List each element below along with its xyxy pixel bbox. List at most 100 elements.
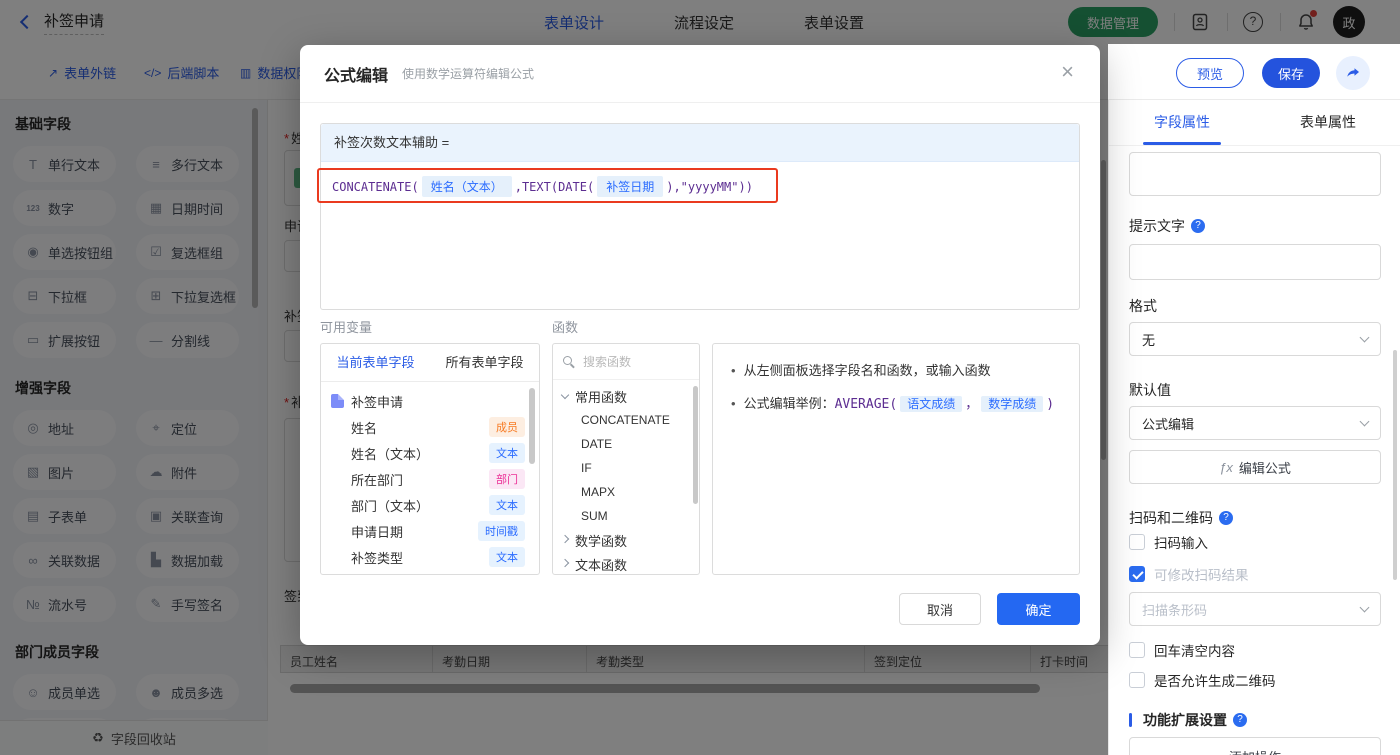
formula-code: ,TEXT(DATE(	[514, 179, 595, 194]
function-item-MAPX[interactable]: MAPX	[553, 480, 699, 504]
add-action-button[interactable]: 添加操作	[1129, 737, 1381, 755]
modal-title: 公式编辑	[324, 67, 389, 85]
variable-type-badge: 成员	[489, 417, 525, 437]
modify-scan-result-checkbox[interactable]: 可修改扫码结果	[1129, 564, 1249, 584]
share-button[interactable]	[1336, 56, 1370, 90]
description-input[interactable]	[1129, 152, 1381, 196]
enter-clear-checkbox[interactable]: 回车清空内容	[1129, 640, 1235, 660]
variable-type-badge: 部门	[489, 469, 525, 489]
hint-text-input[interactable]	[1129, 244, 1381, 280]
allow-qr-checkbox[interactable]: 是否允许生成二维码	[1129, 670, 1276, 690]
chevron-right-icon	[560, 534, 570, 543]
variable-type-badge: 文本	[489, 495, 525, 515]
formula-field-chip[interactable]: 姓名（文本）	[421, 176, 512, 197]
variable-type-badge: 时间戳	[478, 521, 525, 541]
checkbox-icon	[1129, 534, 1145, 550]
variable-item-补签类型[interactable]: 补签类型 文本	[321, 544, 539, 570]
extend-section-label: 功能扩展设置	[1143, 712, 1227, 728]
fx-icon: ƒx	[1219, 459, 1233, 475]
variable-item-姓名[interactable]: 姓名 成员	[321, 414, 539, 440]
function-item-CONCATENATE[interactable]: CONCATENATE	[553, 408, 699, 432]
formula-expression[interactable]: CONCATENATE(姓名（文本） ,TEXT(DATE(补签日期),"yyyy…	[332, 176, 753, 197]
scan-help-icon[interactable]: ?	[1219, 511, 1233, 525]
chevron-right-icon	[560, 558, 570, 567]
function-search-input[interactable]: 搜索函数	[553, 344, 699, 380]
variables-list: 补签申请 姓名 成员 姓名（文本） 文本 所在部门 部门 部门（文本） 文本 申请日期 时间戳 补签类…	[321, 382, 539, 570]
formula-editor-box[interactable]: 补签次数文本辅助 = CONCATENATE(姓名（文本） ,TEXT(DATE(…	[317, 123, 1080, 310]
variable-item-部门（文本）[interactable]: 部门（文本） 文本	[321, 492, 539, 518]
variable-item-姓名（文本）[interactable]: 姓名（文本） 文本	[321, 440, 539, 466]
chevron-down-icon	[1359, 332, 1370, 343]
function-item-DATE[interactable]: DATE	[553, 432, 699, 456]
functions-panel: 搜索函数 常用函数 CONCATENATE DATE IF MAPX SUM 数学函数 文本函…	[552, 343, 700, 575]
scan-input-checkbox[interactable]: 扫码输入	[1129, 532, 1208, 552]
share-arrow-icon	[1347, 68, 1359, 77]
search-icon	[563, 355, 575, 368]
functions-scrollbar[interactable]	[693, 386, 698, 504]
example-field-chip: 语文成绩	[900, 396, 963, 412]
preview-button[interactable]: 预览	[1176, 58, 1244, 88]
example-code: AVERAGE(	[834, 397, 898, 412]
variables-panel-label: 可用变量	[320, 320, 373, 335]
drawer-tab-表单属性[interactable]: 表单属性	[1255, 100, 1400, 145]
format-label: 格式	[1129, 298, 1157, 314]
variables-tabs: 当前表单字段 所有表单字段	[321, 344, 539, 382]
variable-type-badge: 文本	[489, 547, 525, 567]
bullet: •	[731, 396, 736, 411]
example-code: ，	[965, 397, 979, 412]
example-field-chip: 数学成绩	[981, 396, 1044, 412]
close-icon[interactable]: ×	[1061, 61, 1074, 83]
edit-formula-button[interactable]: ƒx 编辑公式	[1129, 450, 1381, 484]
confirm-button[interactable]: 确定	[997, 593, 1080, 625]
drawer-scrollbar[interactable]	[1393, 350, 1397, 580]
default-value-label: 默认值	[1129, 382, 1171, 398]
hint-text-label: 提示文字	[1129, 218, 1185, 234]
scan-section-label: 扫码和二维码	[1129, 510, 1213, 526]
variable-type-badge: 文本	[489, 443, 525, 463]
example-code: )	[1046, 397, 1055, 412]
format-select[interactable]: 无	[1129, 322, 1381, 356]
functions-panel-label: 函数	[552, 320, 579, 335]
formula-code: ),"yyyyMM"))	[666, 179, 753, 194]
formula-field-chip[interactable]: 补签日期	[597, 176, 664, 197]
extend-help-icon[interactable]: ?	[1233, 713, 1247, 727]
variables-tab-当前表单字段[interactable]: 当前表单字段	[321, 344, 430, 381]
cancel-button[interactable]: 取消	[899, 593, 981, 625]
default-value-select[interactable]: 公式编辑	[1129, 406, 1381, 440]
modal-subtitle: 使用数学运算符编辑公式	[402, 67, 535, 81]
variables-scrollbar[interactable]	[529, 388, 535, 464]
drawer-tab-字段属性[interactable]: 字段属性	[1109, 100, 1255, 145]
functions-list: 常用函数 CONCATENATE DATE IF MAPX SUM 数学函数 文本函数	[553, 380, 699, 574]
formula-editor-modal: 公式编辑 使用数学运算符编辑公式 × 补签次数文本辅助 = CONCATENAT…	[300, 45, 1100, 645]
chevron-down-icon	[560, 390, 570, 399]
form-doc-icon	[331, 394, 344, 408]
variable-item-所在部门[interactable]: 所在部门 部门	[321, 466, 539, 492]
chevron-down-icon	[1359, 416, 1370, 427]
function-group-文本函数[interactable]: 文本函数	[553, 552, 699, 574]
search-placeholder: 搜索函数	[583, 355, 632, 369]
hint-help-icon[interactable]: ?	[1191, 219, 1205, 233]
checkbox-checked-icon	[1129, 566, 1145, 582]
variables-panel: 当前表单字段 所有表单字段 补签申请 姓名 成员 姓名（文本） 文本 所在部门 部门 部门（文本…	[320, 343, 540, 575]
function-group-数学函数[interactable]: 数学函数	[553, 528, 699, 552]
properties-drawer: 字段属性 表单属性 提示文字 ? 格式 无 默认值 公式编辑 ƒx 编辑公式 扫码…	[1108, 100, 1400, 755]
chevron-down-icon	[1359, 602, 1370, 613]
help-line-1: 从左侧面板选择字段名和函数，或输入函数	[743, 363, 991, 378]
scan-type-select[interactable]: 扫描条形码	[1129, 592, 1381, 626]
variables-form-node[interactable]: 补签申请	[321, 388, 539, 414]
variable-item-申请日期[interactable]: 申请日期 时间戳	[321, 518, 539, 544]
function-item-IF[interactable]: IF	[553, 456, 699, 480]
bullet: •	[731, 363, 736, 378]
drawer-tabs: 字段属性 表单属性	[1109, 100, 1400, 146]
formula-code: CONCATENATE(	[332, 179, 419, 194]
checkbox-icon	[1129, 642, 1145, 658]
formula-target-label: 补签次数文本辅助 =	[321, 124, 1079, 162]
variables-tab-所有表单字段[interactable]: 所有表单字段	[430, 344, 539, 381]
function-group-常用函数[interactable]: 常用函数	[553, 384, 699, 408]
section-bar	[1129, 713, 1132, 727]
help-panel: • 从左侧面板选择字段名和函数，或输入函数 • 公式编辑举例：AVERAGE(语…	[712, 343, 1080, 575]
help-line-2: 公式编辑举例：AVERAGE(语文成绩，数学成绩)	[743, 396, 1055, 412]
modal-overlay-top	[0, 0, 1400, 44]
function-item-SUM[interactable]: SUM	[553, 504, 699, 528]
save-button[interactable]: 保存	[1262, 58, 1320, 88]
